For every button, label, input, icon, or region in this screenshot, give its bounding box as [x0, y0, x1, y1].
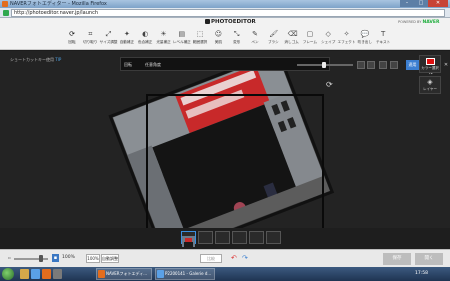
rotated-photo: [108, 61, 335, 241]
app-logo: PHOTOEDITOR: [205, 19, 256, 25]
url-field[interactable]: http://photoeditor.naver.jp/launch: [11, 9, 445, 17]
rotate-options-bar: 回転 任意角度 適用 キャンセル ✕: [120, 57, 448, 75]
layer-button[interactable]: ◈ レイヤー: [419, 76, 441, 94]
color-icon: ◐: [142, 30, 149, 38]
app-toolbar: PHOTOEDITOR POWERED BY NAVER ⟳ 回転 ⌗ 切り取り ⤢ サイ…: [0, 18, 450, 50]
crop-icon: ⌗: [88, 30, 93, 38]
minimize-button[interactable]: –: [400, 0, 414, 7]
compare-button[interactable]: 比較: [200, 254, 222, 263]
folder-icon[interactable]: [20, 269, 29, 279]
skin-icon: ☺: [214, 30, 223, 38]
tool-row: ⟳ 回転 ⌗ 切り取り ⤢ サイズ調整 ✦ 自動補正 ◐ 色合補正 ☀ 光量補正 ▤ レベル補正 ⬚ 範囲選択…: [60, 30, 390, 48]
ie-icon[interactable]: [31, 269, 40, 279]
thumbnail-selected[interactable]: [181, 231, 196, 247]
rotate-right-button[interactable]: [367, 61, 375, 69]
maximize-button[interactable]: □: [414, 0, 428, 7]
select-icon: ⬚: [196, 30, 204, 38]
app-icon[interactable]: [53, 269, 62, 279]
effect-icon: ✧: [343, 30, 350, 38]
light-icon: ☀: [160, 30, 167, 38]
brush-icon: 🖌: [269, 30, 279, 38]
rotate-left-button[interactable]: [357, 61, 365, 69]
undo-icon[interactable]: ↶: [231, 254, 239, 263]
powered-by-text: POWERED BY: [398, 20, 422, 24]
tool-text[interactable]: T テキスト: [371, 30, 395, 48]
layer-label: レイヤー: [423, 87, 437, 91]
filmstrip: [0, 228, 450, 249]
zoom-in-icon[interactable]: ▪: [52, 254, 59, 262]
firefox-icon: [2, 1, 8, 7]
zoom-100-button[interactable]: 100%: [86, 254, 100, 263]
bottom-bar: ▫ ▪ 100% 100% 自動調整 比較 ↶ ↷ 保存 開く: [0, 249, 450, 267]
redo-icon[interactable]: ↷: [242, 254, 250, 263]
zoom-slider-handle[interactable]: [38, 255, 43, 262]
rotate-handle-icon[interactable]: ⟳: [326, 81, 334, 89]
open-button[interactable]: 開く: [415, 253, 443, 265]
close-button[interactable]: ✕: [428, 0, 448, 7]
browser-window: NAVERフォトエディター - Mozilla Firefox – □ ✕ ht…: [0, 0, 450, 281]
task-photoeditor[interactable]: NAVERフォトエディ...: [96, 268, 152, 280]
transform-icon: ⤡: [233, 30, 240, 38]
text-icon: T: [380, 30, 386, 38]
thumbnail-slot[interactable]: [232, 231, 247, 244]
task-gallery[interactable]: P2200141 - Galerie d...: [155, 268, 215, 280]
address-bar: http://photoeditor.naver.jp/launch: [0, 8, 450, 18]
auto-fix-icon: ✦: [123, 30, 130, 38]
thumbnail-slot[interactable]: [198, 231, 213, 244]
clock: 17:58: [415, 271, 428, 276]
zoom-out-icon[interactable]: ▫: [8, 255, 11, 260]
auto-adjust-button[interactable]: 自動調整: [101, 254, 119, 263]
thumbnail-image: [182, 236, 195, 247]
balloon-icon: 💬: [360, 30, 370, 38]
level-icon: ▤: [178, 30, 186, 38]
resize-icon: ⤢: [105, 30, 112, 38]
layers-icon: ◈: [427, 78, 433, 86]
shortcut-tip: TIP: [55, 57, 62, 62]
task-photoeditor-label: NAVERフォトエディ...: [106, 271, 148, 276]
app-brand-text: PHOTOEDITOR: [211, 19, 256, 25]
rotate-icon: ⟳: [69, 30, 75, 38]
eraser-icon: ⌫: [287, 30, 298, 38]
photoeditor-logo-icon: [205, 19, 210, 24]
start-button[interactable]: [2, 268, 14, 280]
close-icon[interactable]: ✕: [443, 61, 449, 69]
rotate-label: 回転: [124, 62, 132, 67]
thumbnail-slot[interactable]: [249, 231, 264, 244]
site-favicon: [3, 10, 9, 16]
angle-slider-handle[interactable]: [321, 62, 326, 68]
gallery-icon: [157, 270, 164, 278]
firefox-icon[interactable]: [42, 269, 51, 279]
naver-logo: NAVER: [422, 20, 440, 25]
color-swatch: [425, 58, 435, 65]
pen-icon: ✎: [252, 30, 258, 38]
frame-icon: ▢: [306, 30, 314, 38]
flip-horizontal-button[interactable]: [379, 61, 387, 69]
apply-button[interactable]: 適用: [406, 60, 419, 70]
shortcut-hint[interactable]: ショートカットキー使用 TIP: [10, 57, 61, 63]
thumbnail-slot[interactable]: [266, 231, 281, 244]
save-button[interactable]: 保存: [383, 253, 411, 265]
powered-by: POWERED BY NAVER: [398, 20, 439, 25]
right-panel: カラー選択 ◈ レイヤー: [419, 55, 441, 115]
tool-label: テキスト: [375, 40, 391, 44]
window-titlebar: NAVERフォトエディター - Mozilla Firefox – □ ✕: [0, 0, 450, 8]
rotate-mode[interactable]: 任意角度: [145, 60, 161, 69]
zoom-value: 100%: [62, 255, 75, 260]
canvas-area: ショートカットキー使用 TIP 回転 任意角度 適用 ✕ ⟳ カラー選択 ◈ レ…: [0, 51, 450, 252]
firefox-icon: [98, 270, 105, 278]
thumbnail-slot[interactable]: [215, 231, 230, 244]
window-title: NAVERフォトエディター - Mozilla Firefox: [10, 1, 107, 7]
shortcut-text: ショートカットキー使用: [10, 57, 54, 62]
photo-canvas[interactable]: [100, 61, 345, 241]
flip-vertical-button[interactable]: [390, 61, 398, 69]
zoom-slider[interactable]: [14, 258, 48, 260]
color-select-label: カラー選択: [421, 66, 439, 70]
color-select-button[interactable]: カラー選択: [419, 55, 441, 73]
task-gallery-label: P2200141 - Galerie d...: [165, 271, 212, 276]
shape-icon: ◇: [325, 30, 331, 38]
os-taskbar: NAVERフォトエディ... P2200141 - Galerie d... 1…: [0, 267, 450, 281]
